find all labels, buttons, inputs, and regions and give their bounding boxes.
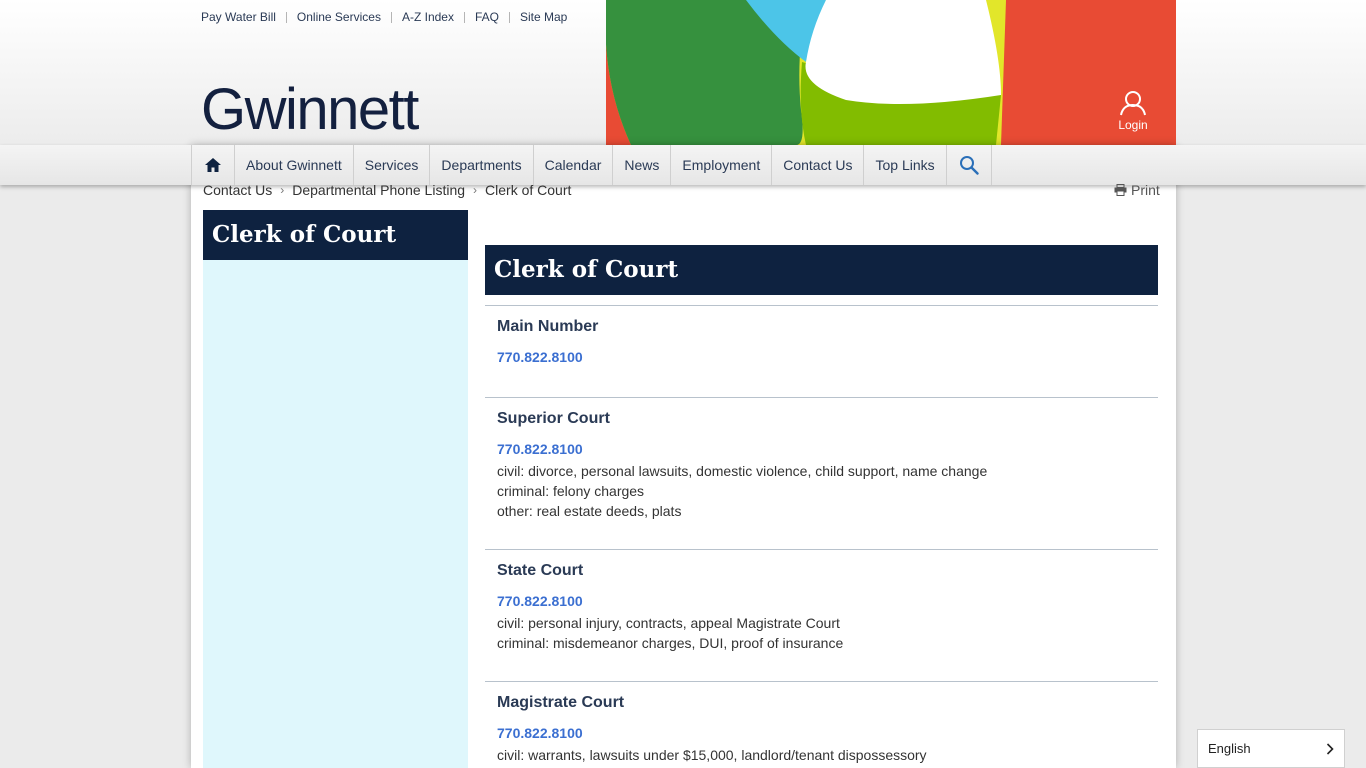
nav-contact-us[interactable]: Contact Us (772, 145, 865, 185)
description-line: civil: divorce, personal lawsuits, domes… (497, 463, 988, 479)
entry-description: civil: warrants, lawsuits under $15,000,… (497, 745, 927, 765)
print-label: Print (1131, 182, 1160, 198)
sidebar-panel (203, 260, 468, 768)
entry-heading: Main Number (497, 318, 599, 335)
entry-main-number: Main Number 770.822.8100 (485, 305, 1158, 397)
description-line: other: real estate deeds, plats (497, 503, 682, 519)
entry-heading: State Court (497, 562, 584, 579)
utility-links: Pay Water Bill Online Services A-Z Index… (201, 10, 567, 24)
gwinnett-logo[interactable]: Gwinnett (201, 78, 419, 142)
language-selector[interactable]: English (1197, 729, 1345, 768)
print-button[interactable]: Print (1114, 182, 1160, 198)
nav-home[interactable] (191, 145, 235, 185)
description-line: criminal: felony charges (497, 483, 645, 499)
entry-description: civil: personal injury, contracts, appea… (497, 613, 843, 653)
nav-departments[interactable]: Departments (430, 145, 534, 185)
breadcrumb-current: Clerk of Court (485, 182, 572, 198)
chevron-right-icon: › (473, 183, 478, 197)
nav-top-links[interactable]: Top Links (864, 145, 947, 185)
utility-link-online-services[interactable]: Online Services (297, 10, 381, 24)
language-label: English (1208, 741, 1251, 756)
main-nav-bar: About Gwinnett Services Departments Cale… (0, 145, 1366, 185)
description-line: civil: personal injury, contracts, appea… (497, 615, 840, 631)
entry-description: civil: divorce, personal lawsuits, domes… (497, 461, 987, 521)
site-header: Pay Water Bill Online Services A-Z Index… (0, 0, 1366, 145)
nav-calendar[interactable]: Calendar (534, 145, 614, 185)
utility-link-faq[interactable]: FAQ (475, 10, 499, 24)
breadcrumb-departmental-phone-listing[interactable]: Departmental Phone Listing (292, 182, 465, 198)
divider (285, 11, 287, 23)
utility-link-a-z-index[interactable]: A-Z Index (402, 10, 454, 24)
phone-link[interactable]: 770.822.8100 (497, 593, 583, 609)
entry-state-court: State Court 770.822.8100 civil: personal… (485, 549, 1158, 681)
entry-heading: Superior Court (497, 410, 610, 427)
utility-link-pay-water-bill[interactable]: Pay Water Bill (201, 10, 276, 24)
phone-link[interactable]: 770.822.8100 (497, 441, 583, 457)
main-nav: About Gwinnett Services Departments Cale… (191, 145, 992, 185)
nav-about-gwinnett[interactable]: About Gwinnett (235, 145, 354, 185)
login-button[interactable]: Login (1108, 90, 1158, 132)
chevron-right-icon (1326, 742, 1334, 755)
entry-magistrate-court: Magistrate Court 770.822.8100 civil: war… (485, 681, 1158, 768)
phone-link[interactable]: 770.822.8100 (497, 349, 583, 365)
divider (390, 11, 392, 23)
entry-superior-court: Superior Court 770.822.8100 civil: divor… (485, 397, 1158, 549)
divider (463, 11, 465, 23)
entry-heading: Magistrate Court (497, 694, 625, 711)
page-title: Clerk of Court (485, 245, 1158, 295)
phone-link[interactable]: 770.822.8100 (497, 725, 583, 741)
printer-icon (1114, 184, 1127, 196)
chevron-right-icon: › (280, 183, 285, 197)
description-line: civil: warrants, lawsuits under $15,000,… (497, 747, 927, 763)
nav-employment[interactable]: Employment (671, 145, 773, 185)
description-line: criminal: misdemeanor charges, DUI, proo… (497, 635, 844, 651)
home-icon (205, 158, 221, 172)
user-icon (1120, 91, 1146, 116)
utility-link-site-map[interactable]: Site Map (520, 10, 567, 24)
breadcrumb-contact-us[interactable]: Contact Us (203, 182, 272, 198)
header-banner-graphic (606, 0, 1176, 145)
sidebar-title: Clerk of Court (203, 210, 468, 260)
divider (509, 11, 510, 23)
nav-news[interactable]: News (613, 145, 672, 185)
login-label: Login (1118, 118, 1148, 132)
nav-services[interactable]: Services (354, 145, 431, 185)
breadcrumb: Contact Us › Departmental Phone Listing … (203, 182, 571, 198)
nav-search[interactable] (947, 145, 992, 185)
search-icon (959, 156, 979, 175)
